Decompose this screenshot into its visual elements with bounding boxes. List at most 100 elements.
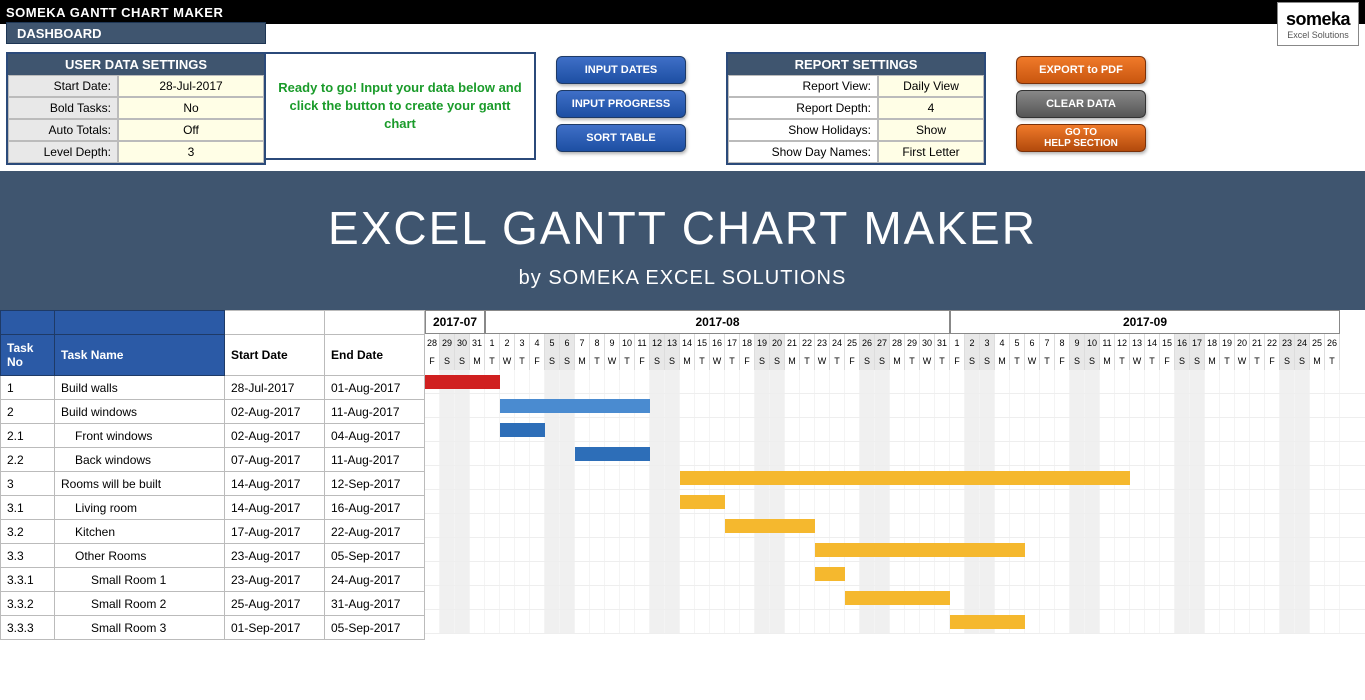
day-name: T (725, 352, 740, 370)
table-row[interactable]: 3.3Other Rooms23-Aug-201705-Sep-2017 (1, 544, 425, 568)
gantt-bar[interactable] (725, 519, 815, 533)
day-number: 20 (1235, 334, 1250, 352)
gantt-row (425, 466, 1365, 490)
day-name: M (1100, 352, 1115, 370)
gantt-bar[interactable] (500, 399, 650, 413)
logo-sub: Excel Solutions (1287, 30, 1349, 40)
day-name: M (785, 352, 800, 370)
help-section-button[interactable]: GO TOHELP SECTION (1016, 124, 1146, 152)
report-setting-label: Report Depth: (728, 97, 878, 119)
day-number: 2 (965, 334, 980, 352)
task-end: 11-Aug-2017 (325, 400, 425, 424)
table-row[interactable]: 3.2Kitchen17-Aug-201722-Aug-2017 (1, 520, 425, 544)
day-name: S (965, 352, 980, 370)
day-number: 28 (425, 334, 440, 352)
task-start: 14-Aug-2017 (225, 472, 325, 496)
status-message: Ready to go! Input your data below and c… (266, 52, 536, 160)
gantt-bar[interactable] (845, 591, 950, 605)
day-name: S (1295, 352, 1310, 370)
user-setting-value[interactable]: No (118, 97, 264, 119)
input-progress-button[interactable]: INPUT PROGRESS (556, 90, 686, 118)
input-dates-button[interactable]: INPUT DATES (556, 56, 686, 84)
gantt-bar[interactable] (815, 567, 845, 581)
gantt-bar[interactable] (500, 423, 545, 437)
task-no: 2.2 (1, 448, 55, 472)
day-number: 22 (1265, 334, 1280, 352)
user-settings-header: USER DATA SETTINGS (8, 54, 264, 75)
day-name: F (950, 352, 965, 370)
task-end: 31-Aug-2017 (325, 592, 425, 616)
day-name: S (560, 352, 575, 370)
gantt-bar[interactable] (815, 543, 1025, 557)
day-name: S (1280, 352, 1295, 370)
hero-banner: EXCEL GANTT CHART MAKER by SOMEKA EXCEL … (0, 171, 1365, 310)
gantt-bar[interactable] (425, 375, 500, 389)
col-start-date[interactable]: Start Date (225, 335, 325, 376)
day-number: 29 (440, 334, 455, 352)
day-number: 22 (800, 334, 815, 352)
day-number: 5 (1010, 334, 1025, 352)
day-number: 18 (1205, 334, 1220, 352)
col-task-name[interactable]: Task Name (55, 335, 225, 376)
table-row[interactable]: 3.3.2Small Room 225-Aug-201731-Aug-2017 (1, 592, 425, 616)
day-name: T (1145, 352, 1160, 370)
day-number: 11 (635, 334, 650, 352)
day-name: S (545, 352, 560, 370)
gantt-row (425, 442, 1365, 466)
day-number: 14 (1145, 334, 1160, 352)
day-number: 16 (1175, 334, 1190, 352)
col-end-date[interactable]: End Date (325, 335, 425, 376)
table-row[interactable]: 3.3.3Small Room 301-Sep-201705-Sep-2017 (1, 616, 425, 640)
day-number: 7 (1040, 334, 1055, 352)
user-setting-value[interactable]: 3 (118, 141, 264, 163)
gantt-bar[interactable] (680, 471, 1130, 485)
day-name: T (695, 352, 710, 370)
day-name: W (1235, 352, 1250, 370)
day-name: T (905, 352, 920, 370)
table-row[interactable]: 2Build windows02-Aug-201711-Aug-2017 (1, 400, 425, 424)
day-number: 6 (1025, 334, 1040, 352)
table-row[interactable]: 3.1Living room14-Aug-201716-Aug-2017 (1, 496, 425, 520)
clear-data-button[interactable]: CLEAR DATA (1016, 90, 1146, 118)
dashboard-tab[interactable]: DASHBOARD (6, 22, 266, 44)
report-setting-value[interactable]: Show (878, 119, 984, 141)
task-end: 11-Aug-2017 (325, 448, 425, 472)
task-name: Small Room 2 (55, 592, 225, 616)
day-name: S (755, 352, 770, 370)
day-name: F (740, 352, 755, 370)
day-name: S (770, 352, 785, 370)
day-number: 10 (1085, 334, 1100, 352)
gantt-bar[interactable] (575, 447, 650, 461)
month-header: 2017-08 (485, 310, 950, 334)
report-setting-value[interactable]: First Letter (878, 141, 984, 163)
export-pdf-button[interactable]: EXPORT to PDF (1016, 56, 1146, 84)
day-name: T (1325, 352, 1340, 370)
user-setting-label: Auto Totals: (8, 119, 118, 141)
gantt-bar[interactable] (950, 615, 1025, 629)
user-setting-value[interactable]: Off (118, 119, 264, 141)
user-setting-value[interactable]: 28-Jul-2017 (118, 75, 264, 97)
day-name: F (530, 352, 545, 370)
table-row[interactable]: 2.2Back windows07-Aug-201711-Aug-2017 (1, 448, 425, 472)
report-setting-value[interactable]: 4 (878, 97, 984, 119)
day-name: F (635, 352, 650, 370)
sort-table-button[interactable]: SORT TABLE (556, 124, 686, 152)
report-setting-value[interactable]: Daily View (878, 75, 984, 97)
table-row[interactable]: 3.3.1Small Room 123-Aug-201724-Aug-2017 (1, 568, 425, 592)
col-task-no[interactable]: Task No (1, 335, 55, 376)
day-name: F (1055, 352, 1070, 370)
task-name: Build windows (55, 400, 225, 424)
table-row[interactable]: 3Rooms will be built14-Aug-201712-Sep-20… (1, 472, 425, 496)
day-number: 15 (695, 334, 710, 352)
day-number: 18 (740, 334, 755, 352)
day-name: S (665, 352, 680, 370)
day-name: T (1115, 352, 1130, 370)
table-row[interactable]: 1Build walls28-Jul-201701-Aug-2017 (1, 376, 425, 400)
gantt-bar[interactable] (680, 495, 725, 509)
table-row[interactable]: 2.1Front windows02-Aug-201704-Aug-2017 (1, 424, 425, 448)
user-settings-panel: USER DATA SETTINGS Start Date:28-Jul-201… (6, 52, 266, 165)
day-number: 6 (560, 334, 575, 352)
action-buttons-col: INPUT DATES INPUT PROGRESS SORT TABLE (556, 56, 686, 152)
day-number: 14 (680, 334, 695, 352)
day-name: S (875, 352, 890, 370)
